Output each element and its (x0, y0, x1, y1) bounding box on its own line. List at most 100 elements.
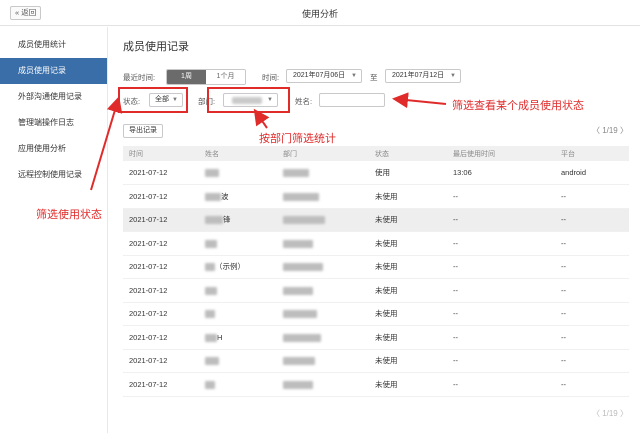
export-records-button[interactable]: 导出记录 (123, 124, 163, 138)
cell-time: 2021-07-12 (123, 231, 199, 256)
status-annotation: 筛选使用状态 (36, 209, 102, 221)
member-annotation: 筛选查看某个成员使用状态 (452, 100, 584, 112)
cell-time: 2021-07-12 (123, 161, 199, 185)
cell-platform: -- (555, 231, 629, 256)
dept-annotation: 按部门筛选统计 (259, 133, 336, 145)
cell-status: 未使用 (369, 231, 447, 256)
page-indicator: 1/19 (602, 409, 618, 418)
table-row[interactable]: 2021-07-12 未使用 -- -- (123, 278, 629, 303)
name-redacted (205, 310, 215, 319)
cell-time: 2021-07-12 (123, 302, 199, 326)
table-row[interactable]: 2021-07-12 锋未使用 -- -- (123, 208, 629, 232)
cell-last-used: -- (447, 278, 555, 303)
name-suffix: （示例） (215, 262, 245, 272)
cell-dept (277, 184, 369, 209)
cell-status: 未使用 (369, 208, 447, 232)
cell-platform: -- (555, 184, 629, 209)
sidebar-item-app-analysis[interactable]: 应用使用分析 (0, 136, 107, 162)
cell-time: 2021-07-12 (123, 184, 199, 209)
cell-platform: -- (555, 325, 629, 350)
name-redacted (205, 169, 219, 177)
prev-page-icon[interactable]: 〈 (592, 409, 602, 418)
date-from-picker[interactable]: 2021年07月06日 ▼ (286, 69, 362, 83)
next-page-icon[interactable]: 〉 (620, 409, 628, 418)
next-page-icon[interactable]: 〉 (620, 126, 628, 135)
table-row[interactable]: 2021-07-12 未使用 -- -- (123, 349, 629, 373)
dept-redacted (283, 192, 319, 201)
table-row[interactable]: 2021-07-12 波未使用 -- -- (123, 184, 629, 209)
sidebar-item-external-comm[interactable]: 外部沟通使用记录 (0, 84, 107, 110)
dept-redacted (283, 310, 317, 319)
dept-redacted (283, 169, 309, 177)
table-row[interactable]: 2021-07-12 未使用 -- -- (123, 302, 629, 326)
cell-time: 2021-07-12 (123, 349, 199, 373)
name-redacted (205, 263, 215, 272)
cell-last-used: -- (447, 255, 555, 279)
cell-status: 未使用 (369, 278, 447, 303)
cell-dept (277, 161, 369, 185)
cell-status: 使用 (369, 161, 447, 185)
window-title: 使用分析 (301, 9, 338, 19)
cell-platform: -- (555, 349, 629, 373)
dept-redacted (283, 286, 313, 295)
pager-top: 〈 1/19 〉 (592, 125, 628, 136)
cell-time: 2021-07-12 (123, 208, 199, 232)
cell-name: 锋 (199, 208, 277, 232)
cell-status: 未使用 (369, 255, 447, 279)
name-suffix: 波 (221, 191, 229, 201)
sidebar-item-admin-logs[interactable]: 管理端操作日志 (0, 110, 107, 136)
cell-status: 未使用 (369, 184, 447, 209)
table-row[interactable]: 2021-07-12 未使用 -- -- (123, 231, 629, 256)
col-name: 姓名 (199, 146, 277, 161)
cell-last-used: -- (447, 184, 555, 209)
dept-highlight-box (207, 87, 290, 113)
cell-name (199, 372, 277, 397)
prev-page-icon[interactable]: 〈 (592, 126, 602, 135)
table-row[interactable]: 2021-07-12 H 未使用 -- -- (123, 325, 629, 350)
table-row[interactable]: 2021-07-12 （示例） 未使用 -- -- (123, 255, 629, 279)
cell-time: 2021-07-12 (123, 278, 199, 303)
range-month-button[interactable]: 1个月 (206, 70, 245, 84)
cell-platform: -- (555, 278, 629, 303)
to-label: 至 (370, 73, 378, 82)
dept-redacted (283, 263, 323, 272)
dept-redacted (283, 357, 315, 366)
cell-dept (277, 255, 369, 279)
cell-last-used: -- (447, 372, 555, 397)
cell-name (199, 302, 277, 326)
cell-dept (277, 302, 369, 326)
name-redacted (205, 380, 215, 389)
name-redacted (205, 192, 221, 201)
cell-name (199, 278, 277, 303)
cell-name (199, 161, 277, 185)
sidebar-item-member-stats[interactable]: 成员使用统计 (0, 32, 107, 58)
cell-platform: -- (555, 255, 629, 279)
cell-platform: -- (555, 372, 629, 397)
time-range-toggle: 1周 1个月 (166, 69, 246, 85)
page-title: 成员使用记录 (123, 41, 189, 53)
name-label: 姓名: (295, 97, 313, 106)
date-from-value: 2021年07月06日 (293, 72, 346, 79)
cell-last-used: -- (447, 231, 555, 256)
cell-last-used: -- (447, 208, 555, 232)
main-panel: 成员使用记录 最近时间: 1周 1个月 时间: 2021年07月06日 ▼ 至 … (109, 27, 640, 433)
sidebar-item-remote-control[interactable]: 远程控制使用记录 (0, 162, 107, 188)
range-week-button[interactable]: 1周 (167, 70, 206, 84)
name-search-input[interactable] (319, 93, 385, 107)
name-redacted (205, 286, 217, 295)
cell-status: 未使用 (369, 372, 447, 397)
cell-status: 未使用 (369, 325, 447, 350)
cell-platform: android (555, 161, 629, 185)
sidebar-item-member-records[interactable]: 成员使用记录 (0, 58, 107, 84)
cell-time: 2021-07-12 (123, 255, 199, 279)
cell-name: （示例） (199, 255, 277, 279)
cell-dept (277, 231, 369, 256)
cell-name: H (199, 325, 277, 350)
date-to-picker[interactable]: 2021年07月12日 ▼ (385, 69, 461, 83)
table-header-row: 时间 姓名 部门 状态 最后使用时间 平台 (123, 146, 629, 161)
table-row[interactable]: 2021-07-12 使用 13:06 android (123, 161, 629, 185)
dept-redacted (283, 380, 313, 389)
col-time: 时间 (123, 146, 199, 161)
table-row[interactable]: 2021-07-12 未使用 -- -- (123, 372, 629, 397)
cell-dept (277, 372, 369, 397)
